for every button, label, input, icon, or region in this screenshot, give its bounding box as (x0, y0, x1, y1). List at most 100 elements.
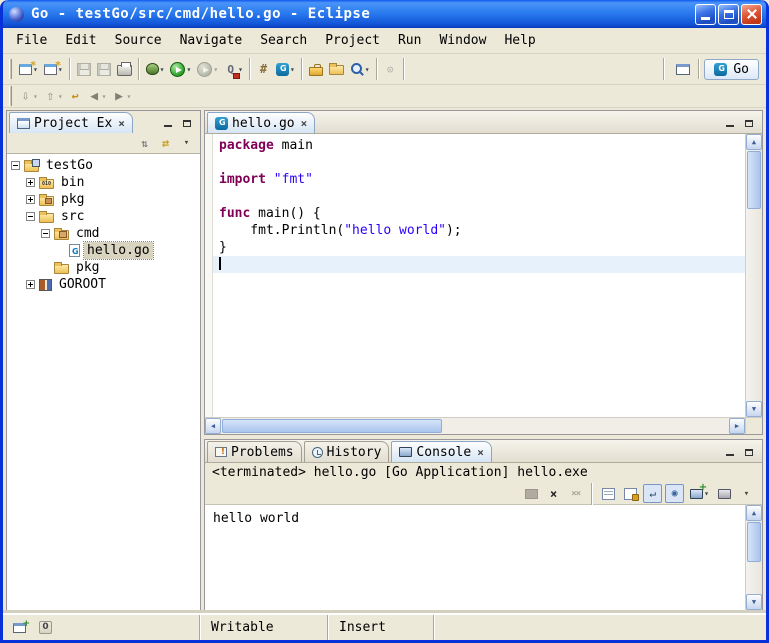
menu-window[interactable]: Window (430, 31, 495, 50)
open-toolbox-button[interactable] (306, 61, 326, 78)
title-bar[interactable]: Go - testGo/src/cmd/hello.go - Eclipse (3, 0, 766, 28)
dropdown-chevron-icon[interactable]: ▾ (58, 92, 63, 101)
save-button[interactable] (74, 61, 94, 78)
close-button[interactable] (741, 4, 762, 25)
scroll-left-icon[interactable]: ◀ (205, 418, 221, 434)
console-output[interactable]: hello world (205, 505, 745, 610)
tab-hello-go[interactable]: hello.go × (207, 112, 315, 133)
dropdown-chevron-icon[interactable]: ▾ (33, 92, 38, 101)
scroll-down-icon[interactable]: ▼ (746, 401, 762, 417)
tree-item-cmd[interactable]: cmd (7, 225, 200, 242)
minimize-button[interactable] (695, 4, 716, 25)
dropdown-chevron-icon[interactable]: ▾ (213, 65, 218, 74)
dropdown-chevron-icon[interactable]: ▾ (160, 65, 165, 74)
new-go-element-button[interactable]: ▾ (41, 62, 66, 77)
menu-search[interactable]: Search (251, 31, 316, 50)
dropdown-chevron-icon[interactable]: ▾ (102, 92, 107, 101)
dropdown-chevron-icon[interactable]: ▾ (126, 92, 131, 101)
tab-problems[interactable]: Problems (207, 441, 302, 462)
print-button[interactable] (114, 60, 135, 78)
last-edit-location-button[interactable]: ↩ (66, 87, 85, 106)
menu-source[interactable]: Source (106, 31, 171, 50)
close-tab-icon[interactable]: × (477, 446, 484, 459)
code-line[interactable] (213, 154, 745, 171)
tree-item-goroot[interactable]: GOROOT (7, 276, 200, 293)
collapse-icon[interactable] (26, 212, 35, 221)
open-perspective-button[interactable] (673, 62, 693, 77)
tree-item-src[interactable]: src (7, 208, 200, 225)
minimize-view-button[interactable] (723, 117, 737, 129)
remove-all-terminated-button[interactable]: ×× (566, 484, 585, 503)
new-go-app-button[interactable]: ▾ (273, 61, 298, 78)
fast-view-button[interactable] (10, 621, 29, 635)
menu-edit[interactable]: Edit (56, 31, 105, 50)
code-line[interactable] (213, 256, 745, 273)
forward-button[interactable]: ▶▾ (109, 87, 134, 106)
scrollbar-track[interactable] (746, 150, 762, 401)
expand-icon[interactable] (26, 195, 35, 204)
tree-item-hello-go[interactable]: hello.go (7, 242, 200, 259)
dropdown-chevron-icon[interactable]: ▾ (290, 65, 295, 74)
scroll-down-icon[interactable]: ▼ (746, 594, 762, 610)
collapse-icon[interactable] (41, 229, 50, 238)
code-line[interactable] (213, 188, 745, 205)
scroll-right-icon[interactable]: ▶ (729, 418, 745, 434)
tab-project-explorer[interactable]: Project Ex × (9, 112, 133, 133)
code-line[interactable]: } (213, 239, 745, 256)
tree-item-testgo[interactable]: testGo (7, 157, 200, 174)
run-history-button[interactable]: ▾ (194, 60, 221, 79)
tree-item-bin[interactable]: bin (7, 174, 200, 191)
code-line[interactable]: import "fmt" (213, 171, 745, 188)
tab-history[interactable]: History (304, 441, 390, 462)
new-wizard-button[interactable]: ▾ (16, 62, 41, 77)
maximize-view-button[interactable] (742, 117, 756, 129)
scrollbar-track[interactable] (746, 521, 762, 594)
maximize-view-button[interactable] (742, 446, 756, 458)
code-line[interactable]: package main (213, 137, 745, 154)
code-area[interactable]: package mainimport "fmt"func main() { fm… (213, 134, 745, 417)
word-wrap-button[interactable]: ↵ (643, 484, 662, 503)
expand-icon[interactable] (26, 280, 35, 289)
scrollbar-track[interactable] (221, 418, 729, 434)
open-console-button[interactable]: ▾ (687, 487, 712, 501)
console-menu-button[interactable]: ▾ (737, 484, 756, 503)
save-all-button[interactable] (94, 61, 114, 78)
scrollbar-thumb[interactable] (747, 522, 761, 562)
terminate-button[interactable] (522, 487, 541, 501)
remove-launch-button[interactable]: × (544, 484, 563, 503)
prev-annotation-button[interactable]: ⇧▾ (41, 87, 66, 106)
menu-navigate[interactable]: Navigate (171, 31, 252, 50)
tree-item-pkg[interactable]: pkg (7, 191, 200, 208)
clear-console-button[interactable] (599, 486, 618, 502)
scrollbar-thumb[interactable] (747, 151, 761, 209)
pin-console-button[interactable]: ◉ (665, 484, 684, 503)
collapse-all-button[interactable]: ⇅ (135, 134, 154, 153)
link-with-editor-button[interactable]: ⇄ (156, 134, 175, 153)
editor-horizontal-scrollbar[interactable]: ◀ ▶ (205, 418, 745, 434)
dropdown-chevron-icon[interactable]: ▾ (365, 65, 370, 74)
toolbar-grip[interactable] (9, 86, 12, 106)
scrollbar-thumb[interactable] (222, 419, 442, 433)
scroll-up-icon[interactable]: ▲ (746, 505, 762, 521)
maximize-view-button[interactable] (180, 117, 194, 129)
tree-item-pkg[interactable]: pkg (7, 259, 200, 276)
editor-vertical-scrollbar[interactable]: ▲ ▼ (745, 134, 762, 417)
menu-project[interactable]: Project (316, 31, 389, 50)
collapse-icon[interactable] (11, 161, 20, 170)
view-menu-button[interactable]: ▾ (177, 134, 196, 153)
minimize-view-button[interactable] (723, 446, 737, 458)
search-button[interactable]: ▾ (347, 60, 373, 78)
expand-icon[interactable] (26, 178, 35, 187)
next-annotation-button[interactable]: ⇩▾ (16, 87, 41, 106)
tab-console[interactable]: Console× (391, 441, 491, 462)
menu-file[interactable]: File (7, 31, 56, 50)
toolbar-grip[interactable] (9, 59, 12, 79)
code-line[interactable]: func main() { (213, 205, 745, 222)
open-folder-button[interactable] (326, 61, 347, 77)
scroll-lock-button[interactable] (621, 486, 640, 502)
back-button[interactable]: ◀▾ (85, 87, 110, 106)
debug-button[interactable]: ▾ (143, 61, 168, 77)
display-console-button[interactable] (715, 487, 734, 501)
mark-occurrences-button[interactable]: ⊙ (381, 60, 400, 79)
menu-run[interactable]: Run (389, 31, 430, 50)
